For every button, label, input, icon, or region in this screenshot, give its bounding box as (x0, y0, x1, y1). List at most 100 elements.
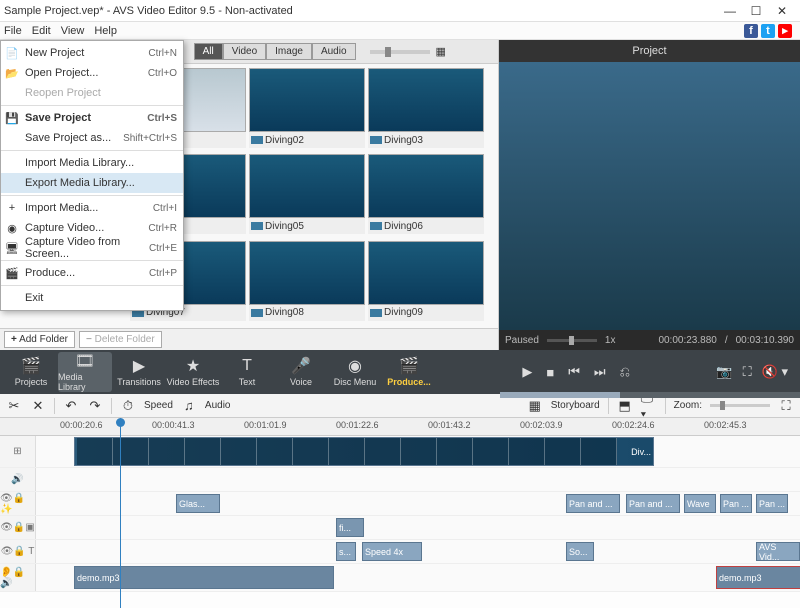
timeline-clip[interactable]: Pan ... (756, 494, 788, 513)
prev-button[interactable]: ⏮ (568, 364, 580, 380)
menu-item[interactable]: 🖥Capture Video from Screen...Ctrl+E (1, 238, 183, 258)
tool-discmenu[interactable]: ◉Disc Menu (328, 352, 382, 392)
filter-video[interactable]: Video (223, 43, 266, 60)
tool-text[interactable]: TText (220, 352, 274, 392)
scrub-bar[interactable] (500, 392, 800, 398)
menu-item[interactable]: 💾Save ProjectCtrl+S (1, 108, 183, 128)
delete-icon[interactable]: ✕ (30, 398, 46, 414)
tool-produce[interactable]: 🎬Produce... (382, 352, 436, 392)
media-clip[interactable]: Diving02 (249, 68, 365, 151)
audio-label[interactable]: Audio (205, 400, 231, 411)
speed-label[interactable]: Speed (144, 400, 173, 411)
timeline-clip[interactable]: s... (336, 542, 356, 561)
timeline-clip[interactable]: So... (566, 542, 594, 561)
add-folder-button[interactable]: + Add Folder (4, 331, 75, 348)
video-icon (370, 136, 382, 144)
timeline-clip[interactable]: Pan and ... (566, 494, 620, 513)
main-toolbar: 🎬Projects🎞Media Library▶Transitions★Vide… (0, 350, 800, 394)
menu-item[interactable]: 📂Open Project...Ctrl+O (1, 63, 183, 83)
timeline-clip[interactable]: AVS Vid... (756, 542, 800, 561)
timeline-clip[interactable]: Speed 4x (362, 542, 422, 561)
youtube-icon[interactable]: ▸ (778, 24, 792, 38)
timeline-clip[interactable]: Div... (74, 437, 654, 466)
split-button[interactable]: ⎌ (620, 364, 630, 380)
window-controls: — ☐ ✕ (724, 5, 796, 17)
menu-item[interactable]: Exit (1, 288, 183, 308)
media-clip[interactable]: Diving08 (249, 241, 365, 324)
file-menu-dropdown: 📄New ProjectCtrl+N📂Open Project...Ctrl+O… (0, 40, 184, 311)
speed-icon[interactable]: ⏱ (120, 398, 136, 414)
stop-button[interactable]: ■ (546, 365, 554, 380)
menu-item[interactable]: Save Project as...Shift+Ctrl+S (1, 128, 183, 148)
timeline-clip[interactable]: Wave (684, 494, 716, 513)
timeline-clip[interactable]: demo.mp3 (716, 566, 800, 589)
redo-icon[interactable]: ↷ (87, 398, 103, 414)
folder-bar: + Add Folder − Delete Folder (0, 328, 498, 350)
preview-tools: 📷 ⛶ 🔇 ▾ (716, 364, 796, 380)
fullscreen-icon[interactable]: ⛶ (743, 364, 752, 380)
filter-audio[interactable]: Audio (312, 43, 356, 60)
facebook-icon[interactable]: f (744, 24, 758, 38)
play-button[interactable]: ▶ (522, 364, 532, 380)
playhead[interactable] (120, 418, 121, 608)
media-clip[interactable]: Diving06 (368, 154, 484, 237)
audio-track-head: 👂🔒🔊 (0, 564, 36, 591)
time-current: 00:00:23.880 (658, 335, 716, 346)
filter-image[interactable]: Image (266, 43, 312, 60)
menu-item[interactable]: 📄New ProjectCtrl+N (1, 43, 183, 63)
menu-help[interactable]: Help (94, 25, 117, 37)
snapshot-icon[interactable]: 📷 (716, 364, 732, 380)
time-sep: / (725, 335, 728, 346)
tool-transitions[interactable]: ▶Transitions (112, 352, 166, 392)
menu-item[interactable]: ◉Capture Video...Ctrl+R (1, 218, 183, 238)
timeline-clip[interactable]: Glas... (176, 494, 220, 513)
speed-slider[interactable] (547, 339, 597, 342)
media-clip[interactable]: Diving05 (249, 154, 365, 237)
window-title: Sample Project.vep* - AVS Video Editor 9… (4, 5, 724, 17)
preview-panel: Project Paused 1x 00:00:23.880 / 00:03:1… (499, 40, 800, 350)
menu-item[interactable]: Export Media Library... (1, 173, 183, 193)
thumb-zoom-slider[interactable] (370, 50, 430, 54)
tool-voice[interactable]: 🎤Voice (274, 352, 328, 392)
next-button[interactable]: ⏭ (594, 364, 606, 380)
maximize-button[interactable]: ☐ (750, 5, 762, 17)
delete-folder-button: − Delete Folder (79, 331, 162, 348)
media-clip[interactable]: Diving03 (368, 68, 484, 151)
menu-item[interactable]: 🎬Produce...Ctrl+P (1, 263, 183, 283)
tool-medialibrary[interactable]: 🎞Media Library (58, 352, 112, 392)
preview-title: Project (499, 40, 800, 62)
media-clip[interactable]: Diving09 (368, 241, 484, 324)
grid-view-icon[interactable]: ▦ (436, 45, 446, 58)
timeline-clip[interactable]: fi... (336, 518, 364, 537)
menu-file[interactable]: File (4, 25, 22, 37)
timeline-clip[interactable]: Pan and ... (626, 494, 680, 513)
playback-status: Paused (505, 335, 539, 346)
menu-item[interactable]: Import Media Library... (1, 153, 183, 173)
twitter-icon[interactable]: t (761, 24, 775, 38)
text-track-head: 👁🔒 T (0, 540, 36, 563)
menu-view[interactable]: View (61, 25, 85, 37)
menu-edit[interactable]: Edit (32, 25, 51, 37)
menu-item: Reopen Project (1, 83, 183, 103)
timeline-clip[interactable]: demo.mp3 (74, 566, 334, 589)
minimize-button[interactable]: — (724, 5, 736, 17)
preview-viewport[interactable] (499, 62, 800, 330)
tool-projects[interactable]: 🎬Projects (4, 352, 58, 392)
va-track-head: 🔊 (0, 468, 36, 491)
storyboard-label[interactable]: Storyboard (551, 400, 600, 411)
menu-item[interactable]: +Import Media...Ctrl+I (1, 198, 183, 218)
undo-icon[interactable]: ↶ (63, 398, 79, 414)
filter-all[interactable]: All (194, 43, 223, 60)
audio-icon[interactable]: ♫ (181, 398, 197, 414)
cut-icon[interactable]: ✂ (6, 398, 22, 414)
monitor-icon[interactable]: 🖵 ▾ (641, 398, 657, 414)
markers-icon[interactable]: ⬒ (617, 398, 633, 414)
timeline-zoom-slider[interactable] (710, 404, 770, 407)
volume-icon[interactable]: 🔇 ▾ (762, 364, 788, 380)
close-button[interactable]: ✕ (776, 5, 788, 17)
timeline-clip[interactable]: Pan ... (720, 494, 752, 513)
menubar: File Edit View Help f t ▸ (0, 22, 800, 40)
storyboard-icon[interactable]: ▦ (527, 398, 543, 414)
tool-videoeffects[interactable]: ★Video Effects (166, 352, 220, 392)
fit-icon[interactable]: ⛶ (778, 398, 794, 414)
